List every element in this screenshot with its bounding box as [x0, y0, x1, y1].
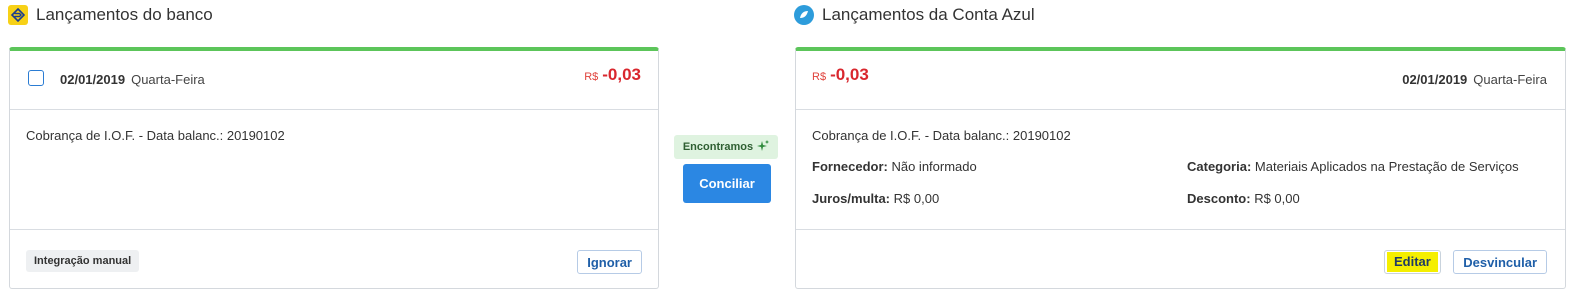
- fornecedor-label: Fornecedor:: [812, 159, 888, 174]
- conta-azul-date-group: 02/01/2019 Quarta-Feira: [1402, 71, 1547, 89]
- bank-date-group: 02/01/2019 Quarta-Feira: [60, 71, 205, 89]
- categoria-value: Materiais Aplicados na Prestação de Serv…: [1254, 159, 1519, 174]
- conta-azul-currency: R$: [812, 71, 827, 83]
- edit-button-label: Editar: [1387, 252, 1438, 272]
- bank-weekday: Quarta-Feira: [131, 72, 205, 87]
- conta-azul-amount: R$ -0,03: [812, 65, 869, 85]
- ignore-button[interactable]: Ignorar: [577, 250, 642, 274]
- bank-amount: R$ -0,03: [584, 65, 641, 85]
- bank-section-title: Lançamentos do banco: [8, 5, 213, 25]
- bank-amount-value: -0,03: [602, 65, 641, 84]
- fornecedor-field: Fornecedor: Não informado: [812, 159, 977, 174]
- select-checkbox[interactable]: [28, 70, 44, 86]
- bank-card-header: 02/01/2019 Quarta-Feira R$ -0,03: [10, 51, 658, 110]
- conta-azul-description: Cobrança de I.O.F. - Data balanc.: 20190…: [812, 128, 1071, 143]
- conta-azul-card-header: R$ -0,03 02/01/2019 Quarta-Feira: [796, 51, 1565, 110]
- desconto-field: Desconto: R$ 0,00: [1187, 191, 1300, 206]
- bank-transaction-card: 02/01/2019 Quarta-Feira R$ -0,03 Cobrança…: [9, 47, 659, 289]
- bank-date: 02/01/2019: [60, 72, 126, 87]
- juros-field: Juros/multa: R$ 0,00: [812, 191, 939, 206]
- sparkle-icon: [757, 139, 770, 155]
- conta-azul-section-title: Lançamentos da Conta Azul: [794, 5, 1035, 25]
- conta-azul-amount-value: -0,03: [830, 65, 869, 84]
- bank-title: Lançamentos do banco: [36, 5, 213, 24]
- categoria-field: Categoria: Materiais Aplicados na Presta…: [1187, 159, 1519, 174]
- bank-card-body: Cobrança de I.O.F. - Data balanc.: 20190…: [10, 109, 658, 229]
- juros-label: Juros/multa:: [812, 191, 891, 206]
- conta-azul-date: 02/01/2019: [1402, 72, 1468, 87]
- conta-azul-weekday: Quarta-Feira: [1473, 72, 1547, 87]
- desconto-label: Desconto:: [1187, 191, 1251, 206]
- conta-azul-card-footer: Editar Desvincular: [796, 229, 1565, 288]
- conta-azul-transaction-card: R$ -0,03 02/01/2019 Quarta-Feira Cobrança…: [795, 47, 1566, 289]
- conta-azul-logo-icon: [794, 5, 814, 25]
- bank-card-footer: Integração manual Ignorar: [10, 229, 658, 288]
- found-badge: Encontramos: [674, 135, 778, 159]
- desconto-value: R$ 0,00: [1254, 191, 1300, 206]
- banco-do-brasil-logo-icon: [8, 5, 28, 25]
- conta-azul-title: Lançamentos da Conta Azul: [822, 5, 1035, 24]
- conciliar-button[interactable]: Conciliar: [683, 164, 771, 203]
- integration-tag: Integração manual: [26, 250, 140, 272]
- bank-description: Cobrança de I.O.F. - Data balanc.: 20190…: [26, 128, 285, 143]
- edit-button[interactable]: Editar: [1384, 250, 1441, 274]
- bank-currency: R$: [584, 71, 599, 83]
- fornecedor-value: Não informado: [891, 159, 977, 174]
- unlink-button[interactable]: Desvincular: [1453, 250, 1547, 274]
- found-badge-label: Encontramos: [682, 141, 754, 153]
- conta-azul-card-body: Cobrança de I.O.F. - Data balanc.: 20190…: [796, 109, 1565, 229]
- categoria-label: Categoria:: [1187, 159, 1252, 174]
- juros-value: R$ 0,00: [893, 191, 940, 206]
